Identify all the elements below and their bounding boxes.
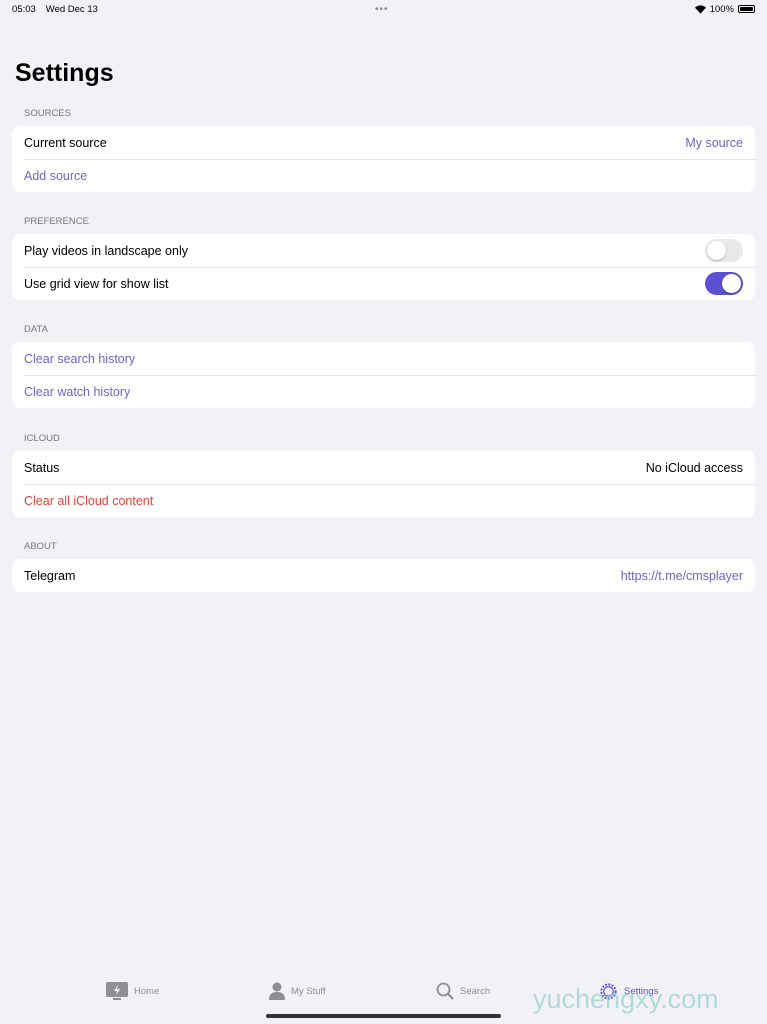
clear-watch-history-button[interactable]: Clear watch history [12,375,755,408]
person-icon [269,982,285,1000]
section-header: SOURCES [24,108,71,119]
icloud-status-value: No iCloud access [645,460,743,475]
multitasking-dots-icon[interactable]: ••• [375,4,389,15]
landscape-row: Play videos in landscape only [12,234,755,267]
telegram-row[interactable]: Telegram https://t.me/cmsplayer [12,559,755,592]
add-source-button[interactable]: Add source [12,159,755,192]
tab-label: Home [134,985,160,997]
section-header: ICLOUD [24,433,60,444]
landscape-toggle[interactable] [705,239,743,262]
wifi-icon [694,4,706,14]
section-sources: SOURCES Current source My source Add sour… [12,108,755,192]
grid-view-row: Use grid view for show list [12,267,755,300]
row-label: Current source [24,135,107,150]
search-icon [436,982,454,1000]
section-header: ABOUT [24,541,57,552]
row-label: Status [24,460,60,475]
section-header: PREFERENCE [24,216,89,227]
home-indicator[interactable] [266,1014,501,1018]
section-preference: PREFERENCE Play videos in landscape only… [12,216,755,300]
tab-label: My Stuff [291,985,326,997]
section-icloud: ICLOUD Status No iCloud access Clear all … [12,433,755,517]
icloud-status-row: Status No iCloud access [12,451,755,484]
section-data: DATA Clear search history Clear watch hi… [12,324,755,408]
section-about: ABOUT Telegram https://t.me/cmsplayer [12,541,755,592]
page-title: Settings [15,59,114,87]
row-label: Telegram [24,568,76,583]
status-bar: 05:03 Wed Dec 13 ••• 100% [0,0,767,18]
battery-icon [738,5,755,13]
section-header: DATA [24,324,48,335]
date: Wed Dec 13 [45,3,98,15]
row-label: Play videos in landscape only [24,243,188,258]
tab-label: Search [460,985,491,997]
tab-search[interactable]: Search [436,982,490,1000]
clear-search-history-button[interactable]: Clear search history [12,342,755,375]
time: 05:03 [12,3,36,15]
current-source-row[interactable]: Current source My source [12,126,755,159]
tab-home[interactable]: Home [106,982,159,1000]
battery-percent: 100% [709,3,734,15]
row-label: Use grid view for show list [24,276,169,291]
watermark: yuchengxy.com [533,984,719,1014]
tv-icon [106,982,128,1000]
tab-my-stuff[interactable]: My Stuff [269,982,326,1000]
telegram-link[interactable]: https://t.me/cmsplayer [621,569,743,583]
clear-icloud-button[interactable]: Clear all iCloud content [12,484,755,517]
grid-view-toggle[interactable] [705,272,743,295]
current-source-value: My source [685,135,743,150]
